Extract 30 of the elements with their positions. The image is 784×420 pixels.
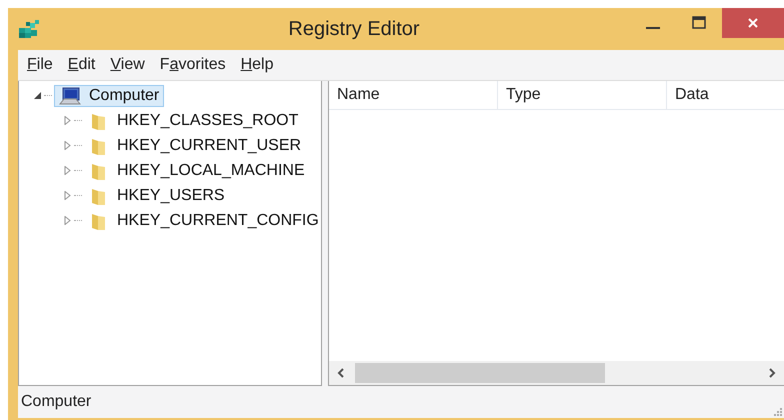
status-text: Computer [21, 393, 92, 411]
scroll-thumb[interactable] [355, 363, 605, 383]
expand-arrow-icon[interactable] [63, 166, 72, 175]
expand-arrow-icon[interactable] [63, 191, 72, 200]
horizontal-scrollbar[interactable] [329, 361, 784, 385]
minimize-icon [646, 27, 660, 29]
column-header[interactable]: Name [329, 81, 498, 109]
computer-icon [59, 86, 81, 104]
expand-arrow-icon[interactable] [63, 116, 72, 125]
collapse-arrow-icon[interactable] [33, 91, 42, 100]
resize-grip-icon[interactable] [772, 406, 782, 416]
menu-item[interactable]: Help [234, 54, 282, 76]
column-header[interactable]: Data [667, 81, 784, 109]
tree-item[interactable]: Computer [54, 84, 164, 106]
tree-item[interactable]: HKEY_USERS [84, 184, 230, 208]
column-header[interactable]: Type [498, 81, 667, 109]
tree-item[interactable]: HKEY_CURRENT_CONFIG [84, 208, 324, 232]
expand-arrow-icon[interactable] [63, 216, 72, 225]
registry-cubes-icon [18, 19, 40, 39]
menu-item[interactable]: Favorites [152, 54, 234, 76]
window-title: Registry Editor [287, 18, 421, 40]
menu-item[interactable]: View [103, 54, 153, 76]
maximize-icon [691, 15, 707, 31]
menu-item[interactable]: Edit [60, 54, 104, 76]
menu-item[interactable]: File [20, 54, 61, 76]
tree-item[interactable]: HKEY_LOCAL_MACHINE [84, 158, 310, 182]
close-icon [746, 16, 760, 30]
expand-arrow-icon[interactable] [63, 141, 72, 150]
tree-item[interactable]: HKEY_CLASSES_ROOT [84, 108, 304, 132]
tree-item[interactable]: HKEY_CURRENT_USER [84, 134, 306, 158]
